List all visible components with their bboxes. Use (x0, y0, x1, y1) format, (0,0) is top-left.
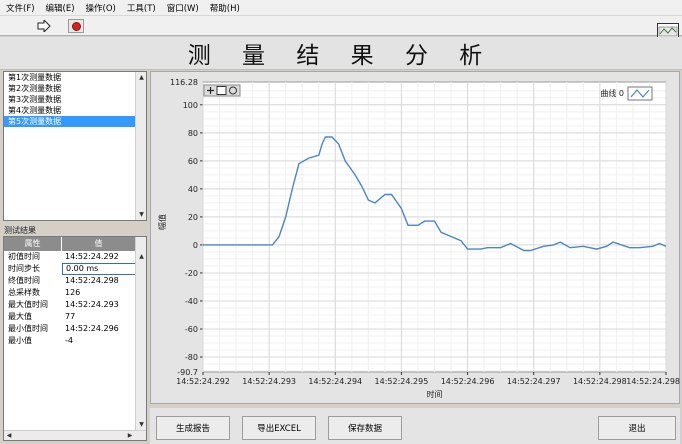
table-row[interactable]: 最小值时间 14:52:24.296 (4, 323, 146, 335)
table-row[interactable]: 初值时间 14:52:24.292 (4, 251, 146, 263)
table-row[interactable]: 最大值 77 (4, 311, 146, 323)
table-row[interactable]: 终值时间 14:52:24.298 (4, 275, 146, 287)
menu-item[interactable]: 编辑(E) (46, 2, 75, 14)
table-vscrollbar[interactable]: ▲ ▼ (135, 237, 146, 430)
legend-label: 曲线 0 (600, 88, 624, 98)
cell-value: 14:52:24.292 (65, 252, 119, 261)
header-attribute: 属性 (4, 237, 62, 251)
x-tick-label: 14:52:24.292 (176, 377, 230, 386)
y-tick-label: -20 (185, 269, 198, 278)
y-tick-label: 0 (193, 241, 198, 250)
cell-attribute: 总采样数 (8, 288, 40, 297)
cell-value: 14:52:24.293 (65, 300, 119, 309)
y-tick-label: -80 (185, 353, 198, 362)
menu-item[interactable]: 工具(T) (127, 2, 156, 14)
x-tick-label: 14:52:24.294 (308, 377, 362, 386)
y-tick-label: 40 (188, 185, 198, 194)
generate-report-button[interactable]: 生成报告 (156, 416, 230, 440)
y-axis-label: 幅值 (157, 214, 167, 230)
export-excel-button[interactable]: 导出EXCEL (242, 416, 316, 440)
table-header: 属性 值 (4, 237, 146, 251)
title-banner: 测 量 结 果 分 析 (0, 37, 682, 70)
list-item[interactable]: 第3次测量数据 (4, 94, 146, 105)
scroll-up-icon[interactable]: ▲ (136, 72, 147, 83)
scroll-down-icon[interactable]: ▼ (136, 209, 147, 220)
run-arrow-icon (37, 20, 51, 32)
scroll-right-icon[interactable]: ▶ (125, 431, 135, 441)
menu-item[interactable]: 操作(O) (86, 2, 116, 14)
cell-attribute: 最大值 (8, 312, 32, 321)
zoom-icon[interactable] (216, 86, 227, 95)
x-tick-label: 14:52:24.297 (507, 377, 561, 386)
header-value: 值 (62, 237, 136, 251)
scroll-down-icon[interactable]: ▼ (136, 419, 147, 430)
cell-attribute: 最大值时间 (8, 300, 48, 309)
measurement-listbox[interactable]: 第1次测量数据 第2次测量数据 第3次测量数据 第4次测量数据 第5次测量数据 ▲ ▼ (3, 71, 147, 221)
results-table[interactable]: 属性 值 初值时间 14:52:24.292 时间步长 0.00 ms 终值时间 14:5… (3, 236, 147, 441)
scroll-left-icon[interactable]: ◀ (4, 431, 14, 441)
menu-bar: 文件(F) 编辑(E) 操作(O) 工具(T) 窗口(W) 帮助(H) (0, 0, 682, 16)
y-max-label: 116.28 (170, 78, 198, 87)
menu-item[interactable]: 文件(F) (6, 2, 35, 14)
page-title: 测 量 结 果 分 析 (187, 43, 495, 69)
cell-value: -4 (65, 336, 73, 345)
waveform-graph[interactable]: -80-60-40-20020406080100116.28-90.714:52… (151, 72, 681, 405)
x-tick-label: 14:52:24.293 (242, 377, 296, 386)
toolbar (0, 16, 682, 47)
table-hscrollbar[interactable]: ◀ ▶ (4, 430, 146, 440)
cell-attribute: 时间步长 (8, 264, 40, 273)
scroll-up-icon[interactable]: ▲ (136, 251, 147, 262)
y-tick-label: -40 (185, 297, 198, 306)
y-tick-label: 80 (188, 129, 198, 138)
run-continuous-button[interactable] (36, 19, 52, 33)
cell-value: 14:52:24.296 (65, 324, 119, 333)
list-item[interactable]: 第4次测量数据 (4, 105, 146, 116)
y-min-label: -90.7 (177, 368, 198, 377)
save-data-button[interactable]: 保存数据 (328, 416, 402, 440)
cell-attribute: 初值时间 (8, 252, 40, 261)
cell-attribute: 最小值 (8, 336, 32, 345)
listbox-scrollbar[interactable]: ▲ ▼ (135, 72, 146, 220)
abort-execution-button[interactable] (68, 19, 84, 33)
exit-button[interactable]: 退出 (598, 416, 676, 440)
y-tick-label: 60 (188, 157, 198, 166)
table-row[interactable]: 最大值时间 14:52:24.293 (4, 299, 146, 311)
cell-value: 77 (65, 312, 76, 321)
x-tick-label: 14:52:24.296 (441, 377, 495, 386)
list-item[interactable]: 第1次测量数据 (4, 72, 146, 83)
table-row[interactable]: 总采样数 126 (4, 287, 146, 299)
y-tick-label: 20 (188, 213, 198, 222)
y-tick-label: 100 (183, 101, 198, 110)
stop-icon (71, 21, 81, 31)
table-row[interactable]: 最小值 -4 (4, 335, 146, 347)
list-item[interactable]: 第2次测量数据 (4, 83, 146, 94)
results-label: 测试结果 (4, 226, 36, 235)
cell-attribute: 最小值时间 (8, 324, 48, 333)
menu-item[interactable]: 窗口(W) (167, 2, 199, 14)
menu-item[interactable]: 帮助(H) (210, 2, 240, 14)
waveform-chart[interactable]: -80 -60 -40 -20 0 20 40 60 80 100 116.28 -90.7 14:52… (150, 71, 680, 404)
x-tick-label: 14:52:24.298 (573, 377, 627, 386)
cell-value[interactable]: 0.00 ms (62, 263, 136, 275)
list-item[interactable]: 第5次测量数据 (4, 116, 146, 127)
x-tick-label: 14:52:24.298 (626, 377, 680, 386)
cell-value: 126 (65, 288, 81, 297)
table-row[interactable]: 时间步长 0.00 ms (4, 263, 146, 275)
x-axis-label: 时间 (427, 389, 443, 399)
y-tick-label: -60 (185, 325, 198, 334)
cell-value: 14:52:24.298 (65, 276, 119, 285)
button-bar: 生成报告 导出EXCEL 保存数据 退出 (150, 408, 680, 444)
x-tick-label: 14:52:24.295 (375, 377, 429, 386)
cell-attribute: 终值时间 (8, 276, 40, 285)
